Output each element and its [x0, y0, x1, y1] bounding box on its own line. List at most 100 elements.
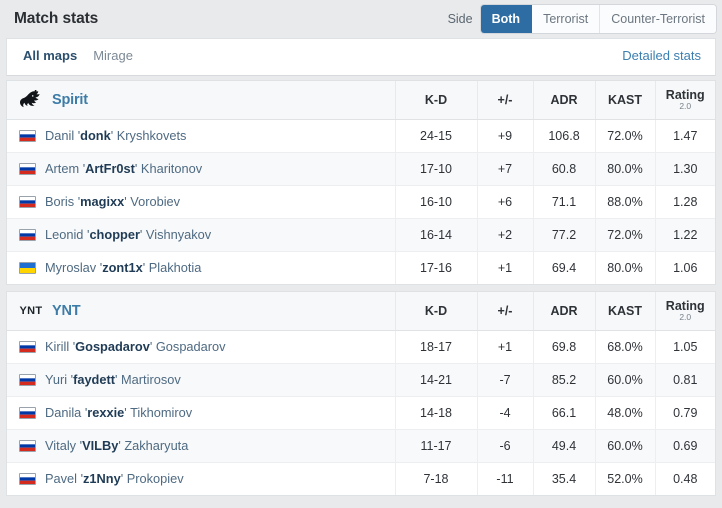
cell-kd: 14-18	[394, 396, 477, 430]
column-header-adr[interactable]: ADR	[532, 292, 595, 331]
team-name-label[interactable]: Spirit	[52, 92, 88, 108]
detailed-stats-link[interactable]: Detailed stats	[622, 48, 701, 63]
ynt-text-icon: YNT	[19, 300, 43, 322]
flag-ru-icon	[19, 373, 36, 386]
table-row[interactable]: Artem 'ArtFr0st' Kharitonov 17-10 +7 60.…	[7, 152, 715, 186]
table-row[interactable]: Myroslav 'zont1x' Plakhotia 17-16 +1 69.…	[7, 251, 715, 284]
cell-kast: 60.0%	[594, 363, 655, 397]
player-cell[interactable]: Danila 'rexxie' Tikhomirov	[7, 396, 395, 430]
player-cell[interactable]: Yuri 'faydett' Martirosov	[7, 363, 395, 397]
side-toggle-group[interactable]: Both Terrorist Counter-Terrorist	[480, 5, 716, 33]
cell-adr: 85.2	[532, 363, 595, 397]
player-cell[interactable]: Danil 'donk' Kryshkovets	[7, 119, 395, 153]
column-header-plusminus[interactable]: +/-	[476, 292, 533, 331]
cell-plusminus: -11	[476, 462, 533, 495]
cell-plusminus: -6	[476, 429, 533, 463]
cell-adr: 60.8	[532, 152, 595, 186]
cell-plusminus: -4	[476, 396, 533, 430]
table-row[interactable]: Kirill 'Gospadarov' Gospadarov 18-17 +1 …	[7, 330, 715, 364]
cell-adr: 71.1	[532, 185, 595, 219]
cell-kd: 7-18	[394, 462, 477, 495]
flag-ru-icon	[19, 340, 36, 353]
maps-tab-list: All maps Mirage	[23, 48, 133, 63]
player-name[interactable]: Leonid 'chopper' Vishnyakov	[45, 227, 211, 242]
cell-kd: 24-15	[394, 119, 477, 153]
player-name[interactable]: Boris 'magixx' Vorobiev	[45, 194, 180, 209]
flag-ru-icon	[19, 162, 36, 175]
cell-rating: 1.06	[654, 251, 715, 284]
table-row[interactable]: Boris 'magixx' Vorobiev 16-10 +6 71.1 88…	[7, 185, 715, 219]
column-header-kast[interactable]: KAST	[594, 292, 655, 331]
flag-ru-icon	[19, 472, 36, 485]
cell-kd: 18-17	[394, 330, 477, 364]
flag-ru-icon	[19, 439, 36, 452]
rating-header-version: 2.0	[679, 312, 692, 323]
cell-kast: 68.0%	[594, 330, 655, 364]
column-header-kd[interactable]: K-D	[394, 81, 477, 120]
cell-kd: 14-21	[394, 363, 477, 397]
player-name[interactable]: Artem 'ArtFr0st' Kharitonov	[45, 161, 202, 176]
cell-kast: 52.0%	[594, 462, 655, 495]
player-cell[interactable]: Vitaly 'VILBy' Zakharyuta	[7, 429, 395, 463]
player-name[interactable]: Vitaly 'VILBy' Zakharyuta	[45, 438, 188, 453]
flag-ru-icon	[19, 406, 36, 419]
team-name-label[interactable]: YNT	[52, 303, 81, 319]
spirit-dragon-icon	[19, 89, 43, 111]
player-name[interactable]: Danil 'donk' Kryshkovets	[45, 128, 186, 143]
cell-rating: 1.28	[654, 185, 715, 219]
side-filter: Side Both Terrorist Counter-Terrorist	[448, 5, 716, 33]
map-tab-all-maps[interactable]: All maps	[23, 48, 77, 63]
page-title: Match stats	[14, 10, 99, 27]
column-header-plusminus[interactable]: +/-	[476, 81, 533, 120]
side-option-counter-terrorist[interactable]: Counter-Terrorist	[600, 5, 716, 33]
match-stats-header: Match stats Side Both Terrorist Counter-…	[0, 0, 722, 38]
table-row[interactable]: Leonid 'chopper' Vishnyakov 16-14 +2 77.…	[7, 218, 715, 252]
cell-adr: 69.8	[532, 330, 595, 364]
cell-rating: 1.05	[654, 330, 715, 364]
player-cell[interactable]: Artem 'ArtFr0st' Kharitonov	[7, 152, 395, 186]
column-header-kd[interactable]: K-D	[394, 292, 477, 331]
player-cell[interactable]: Leonid 'chopper' Vishnyakov	[7, 218, 395, 252]
column-header-kast[interactable]: KAST	[594, 81, 655, 120]
player-name[interactable]: Yuri 'faydett' Martirosov	[45, 372, 181, 387]
column-header-rating[interactable]: Rating 2.0	[654, 81, 715, 120]
cell-kd: 11-17	[394, 429, 477, 463]
cell-kast: 72.0%	[594, 119, 655, 153]
cell-plusminus: +1	[476, 251, 533, 284]
player-name[interactable]: Pavel 'z1Nny' Prokopiev	[45, 471, 184, 486]
table-row[interactable]: Yuri 'faydett' Martirosov 14-21 -7 85.2 …	[7, 363, 715, 397]
team-header-cell: YNT YNT	[7, 292, 395, 331]
table-row[interactable]: Pavel 'z1Nny' Prokopiev 7-18 -11 35.4 52…	[7, 462, 715, 495]
player-cell[interactable]: Kirill 'Gospadarov' Gospadarov	[7, 330, 395, 364]
map-tab-mirage[interactable]: Mirage	[93, 48, 133, 63]
cell-kast: 80.0%	[594, 251, 655, 284]
cell-adr: 77.2	[532, 218, 595, 252]
side-option-both[interactable]: Both	[480, 5, 533, 33]
player-cell[interactable]: Myroslav 'zont1x' Plakhotia	[7, 251, 395, 284]
table-row[interactable]: Vitaly 'VILBy' Zakharyuta 11-17 -6 49.4 …	[7, 429, 715, 463]
player-name[interactable]: Myroslav 'zont1x' Plakhotia	[45, 260, 201, 275]
table-row[interactable]: Danil 'donk' Kryshkovets 24-15 +9 106.8 …	[7, 119, 715, 153]
table-header-row: YNT YNT K-D +/- ADR KAST Rating 2.0	[7, 292, 715, 331]
player-cell[interactable]: Pavel 'z1Nny' Prokopiev	[7, 462, 395, 495]
cell-kast: 88.0%	[594, 185, 655, 219]
cell-plusminus: +9	[476, 119, 533, 153]
flag-ru-icon	[19, 195, 36, 208]
player-name[interactable]: Kirill 'Gospadarov' Gospadarov	[45, 339, 226, 354]
cell-plusminus: +7	[476, 152, 533, 186]
table-row[interactable]: Danila 'rexxie' Tikhomirov 14-18 -4 66.1…	[7, 396, 715, 430]
cell-kast: 80.0%	[594, 152, 655, 186]
player-name[interactable]: Danila 'rexxie' Tikhomirov	[45, 405, 192, 420]
ynt-logo-text: YNT	[19, 304, 43, 317]
side-option-terrorist[interactable]: Terrorist	[532, 5, 601, 33]
cell-adr: 35.4	[532, 462, 595, 495]
flag-ru-icon	[19, 228, 36, 241]
maps-bar-underline	[6, 72, 716, 76]
cell-rating: 1.22	[654, 218, 715, 252]
column-header-adr[interactable]: ADR	[532, 81, 595, 120]
cell-rating: 1.30	[654, 152, 715, 186]
column-header-rating[interactable]: Rating 2.0	[654, 292, 715, 331]
player-cell[interactable]: Boris 'magixx' Vorobiev	[7, 185, 395, 219]
team-stats-table: YNT YNT K-D +/- ADR KAST Rating 2.0 Kiri…	[7, 292, 715, 495]
team-stats-panel-spirit: Spirit K-D +/- ADR KAST Rating 2.0 Danil…	[6, 80, 716, 285]
